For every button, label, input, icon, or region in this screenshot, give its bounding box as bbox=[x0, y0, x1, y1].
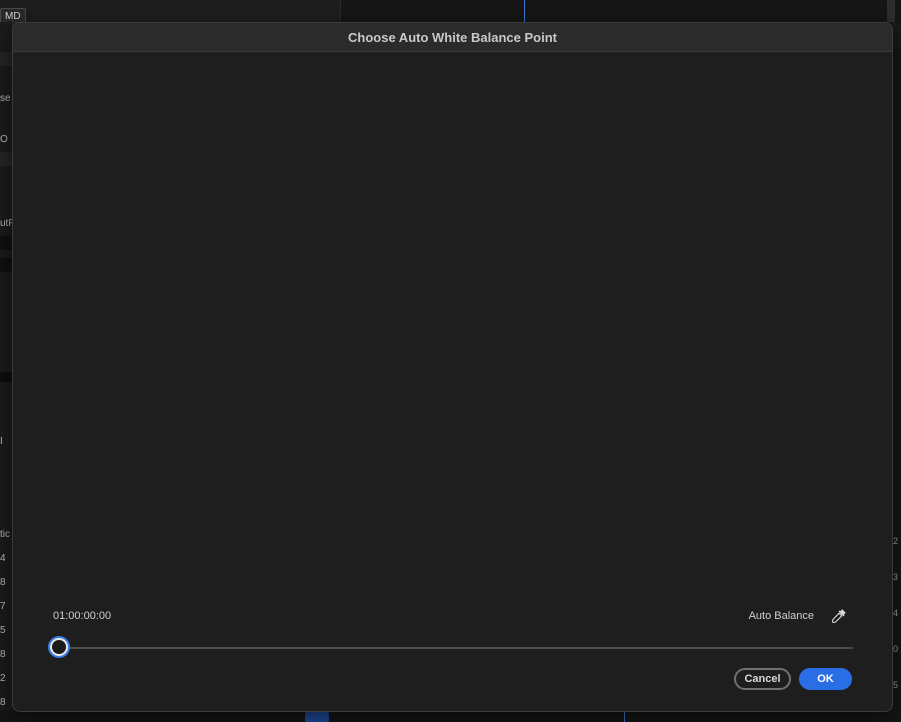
timecode-display: 01:00:00:00 bbox=[53, 610, 112, 622]
ok-button[interactable]: OK bbox=[799, 668, 852, 690]
eyedropper-icon[interactable] bbox=[829, 606, 849, 626]
white-balance-dialog: Choose Auto White Balance Point 01:00:00… bbox=[12, 22, 893, 712]
background-text: 8 bbox=[0, 649, 6, 660]
background-text: 4 bbox=[892, 608, 898, 618]
background-text: I bbox=[0, 436, 3, 447]
background-text: se bbox=[0, 93, 11, 104]
background-text: 2 bbox=[892, 536, 898, 546]
background-text: 5 bbox=[0, 625, 6, 636]
background-text: 7 bbox=[0, 601, 6, 612]
playhead-line bbox=[524, 0, 525, 22]
background-timeline-header bbox=[340, 0, 901, 22]
dialog-header: Choose Auto White Balance Point bbox=[13, 23, 892, 52]
background-text: 5 bbox=[892, 680, 898, 690]
background-row bbox=[0, 372, 12, 382]
background-row bbox=[0, 52, 12, 66]
auto-balance-label: Auto Balance bbox=[748, 610, 814, 622]
background-left-panel: se O utF I tic 4 8 7 5 8 2 8 bbox=[0, 22, 12, 722]
background-text: 8 bbox=[0, 577, 6, 588]
video-preview[interactable] bbox=[13, 52, 892, 592]
timeline-slider-thumb[interactable] bbox=[50, 638, 68, 656]
background-text: 2 bbox=[0, 673, 6, 684]
background-text: tic bbox=[0, 529, 10, 540]
dialog-title: Choose Auto White Balance Point bbox=[348, 29, 557, 45]
background-toolbar: MD bbox=[0, 0, 340, 26]
background-text: utF bbox=[0, 218, 12, 229]
background-text: 4 bbox=[0, 553, 6, 564]
background-row bbox=[0, 236, 12, 250]
background-row bbox=[0, 258, 12, 272]
background-row bbox=[0, 152, 12, 166]
cancel-button[interactable]: Cancel bbox=[734, 668, 791, 690]
background-text: 0 bbox=[892, 644, 898, 654]
background-scrollbar[interactable] bbox=[887, 0, 895, 22]
background-clip[interactable] bbox=[305, 712, 329, 722]
background-text: 3 bbox=[892, 572, 898, 582]
timeline-slider-track[interactable] bbox=[61, 647, 853, 649]
background-text: O bbox=[0, 134, 8, 145]
background-text: 8 bbox=[0, 697, 6, 708]
eyedropper-glyph bbox=[831, 609, 846, 624]
